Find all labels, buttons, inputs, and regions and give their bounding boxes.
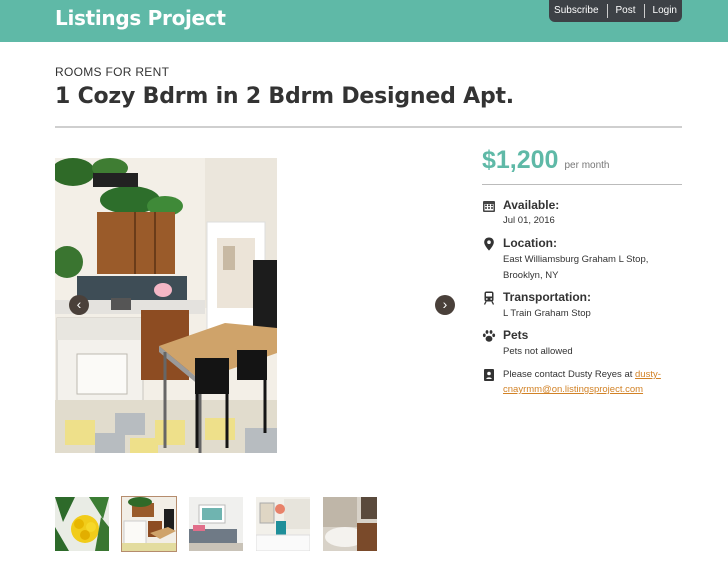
thumbnail-3[interactable]	[189, 497, 243, 551]
pets-label: Pets	[503, 328, 529, 342]
listing-category: ROOMS FOR RENT	[55, 65, 170, 79]
location-line2: Brooklyn, NY	[503, 270, 559, 281]
contact-card-icon	[484, 369, 494, 381]
thumbnail-5[interactable]	[323, 497, 377, 551]
available-detail: Available: Jul 01, 2016	[482, 198, 682, 230]
listing-title: 1 Cozy Bdrm in 2 Bdrm Designed Apt.	[55, 84, 514, 109]
location-line1: East Williamsburg Graham L Stop,	[503, 254, 649, 265]
title-divider	[55, 126, 682, 128]
post-link[interactable]: Post	[606, 4, 644, 18]
contact-text: Please contact Dusty Reyes at	[503, 369, 636, 380]
location-detail: Location: East Williamsburg Graham L Sto…	[482, 236, 682, 284]
calendar-icon	[483, 201, 495, 212]
thumbnail-2[interactable]	[121, 496, 177, 552]
contact-email-link-continued[interactable]: cnayrmm@on.listingsproject.com	[503, 384, 643, 395]
prev-photo-button[interactable]: ‹	[69, 295, 89, 315]
site-header: Listings Project Subscribe Post Login	[0, 0, 728, 42]
next-photo-button[interactable]: ›	[435, 295, 455, 315]
price: $1,200 per month	[482, 146, 610, 175]
available-label: Available:	[503, 198, 560, 212]
price-amount: $1,200	[482, 146, 559, 174]
login-link[interactable]: Login	[643, 4, 685, 18]
location-label: Location:	[503, 236, 557, 250]
subscribe-link[interactable]: Subscribe	[546, 4, 606, 18]
transportation-detail: Transportation: L Train Graham Stop	[482, 290, 682, 322]
paw-icon	[482, 330, 496, 342]
brand-logo[interactable]: Listings Project	[55, 6, 226, 30]
top-nav: Subscribe Post Login	[549, 0, 682, 22]
transportation-value: L Train Graham Stop	[503, 308, 591, 319]
train-icon	[483, 291, 495, 305]
transportation-label: Transportation:	[503, 290, 592, 304]
price-divider	[482, 184, 682, 185]
pets-detail: Pets Pets not allowed	[482, 328, 682, 360]
pets-value: Pets not allowed	[503, 346, 573, 357]
map-pin-icon	[484, 237, 494, 251]
price-unit: per month	[564, 160, 610, 171]
contact-info: Please contact Dusty Reyes at dusty- cna…	[503, 367, 683, 397]
contact-email-link[interactable]: dusty-	[635, 369, 661, 380]
thumbnail-1[interactable]	[55, 497, 109, 551]
thumbnail-4[interactable]	[256, 497, 310, 551]
available-value: Jul 01, 2016	[503, 215, 555, 226]
